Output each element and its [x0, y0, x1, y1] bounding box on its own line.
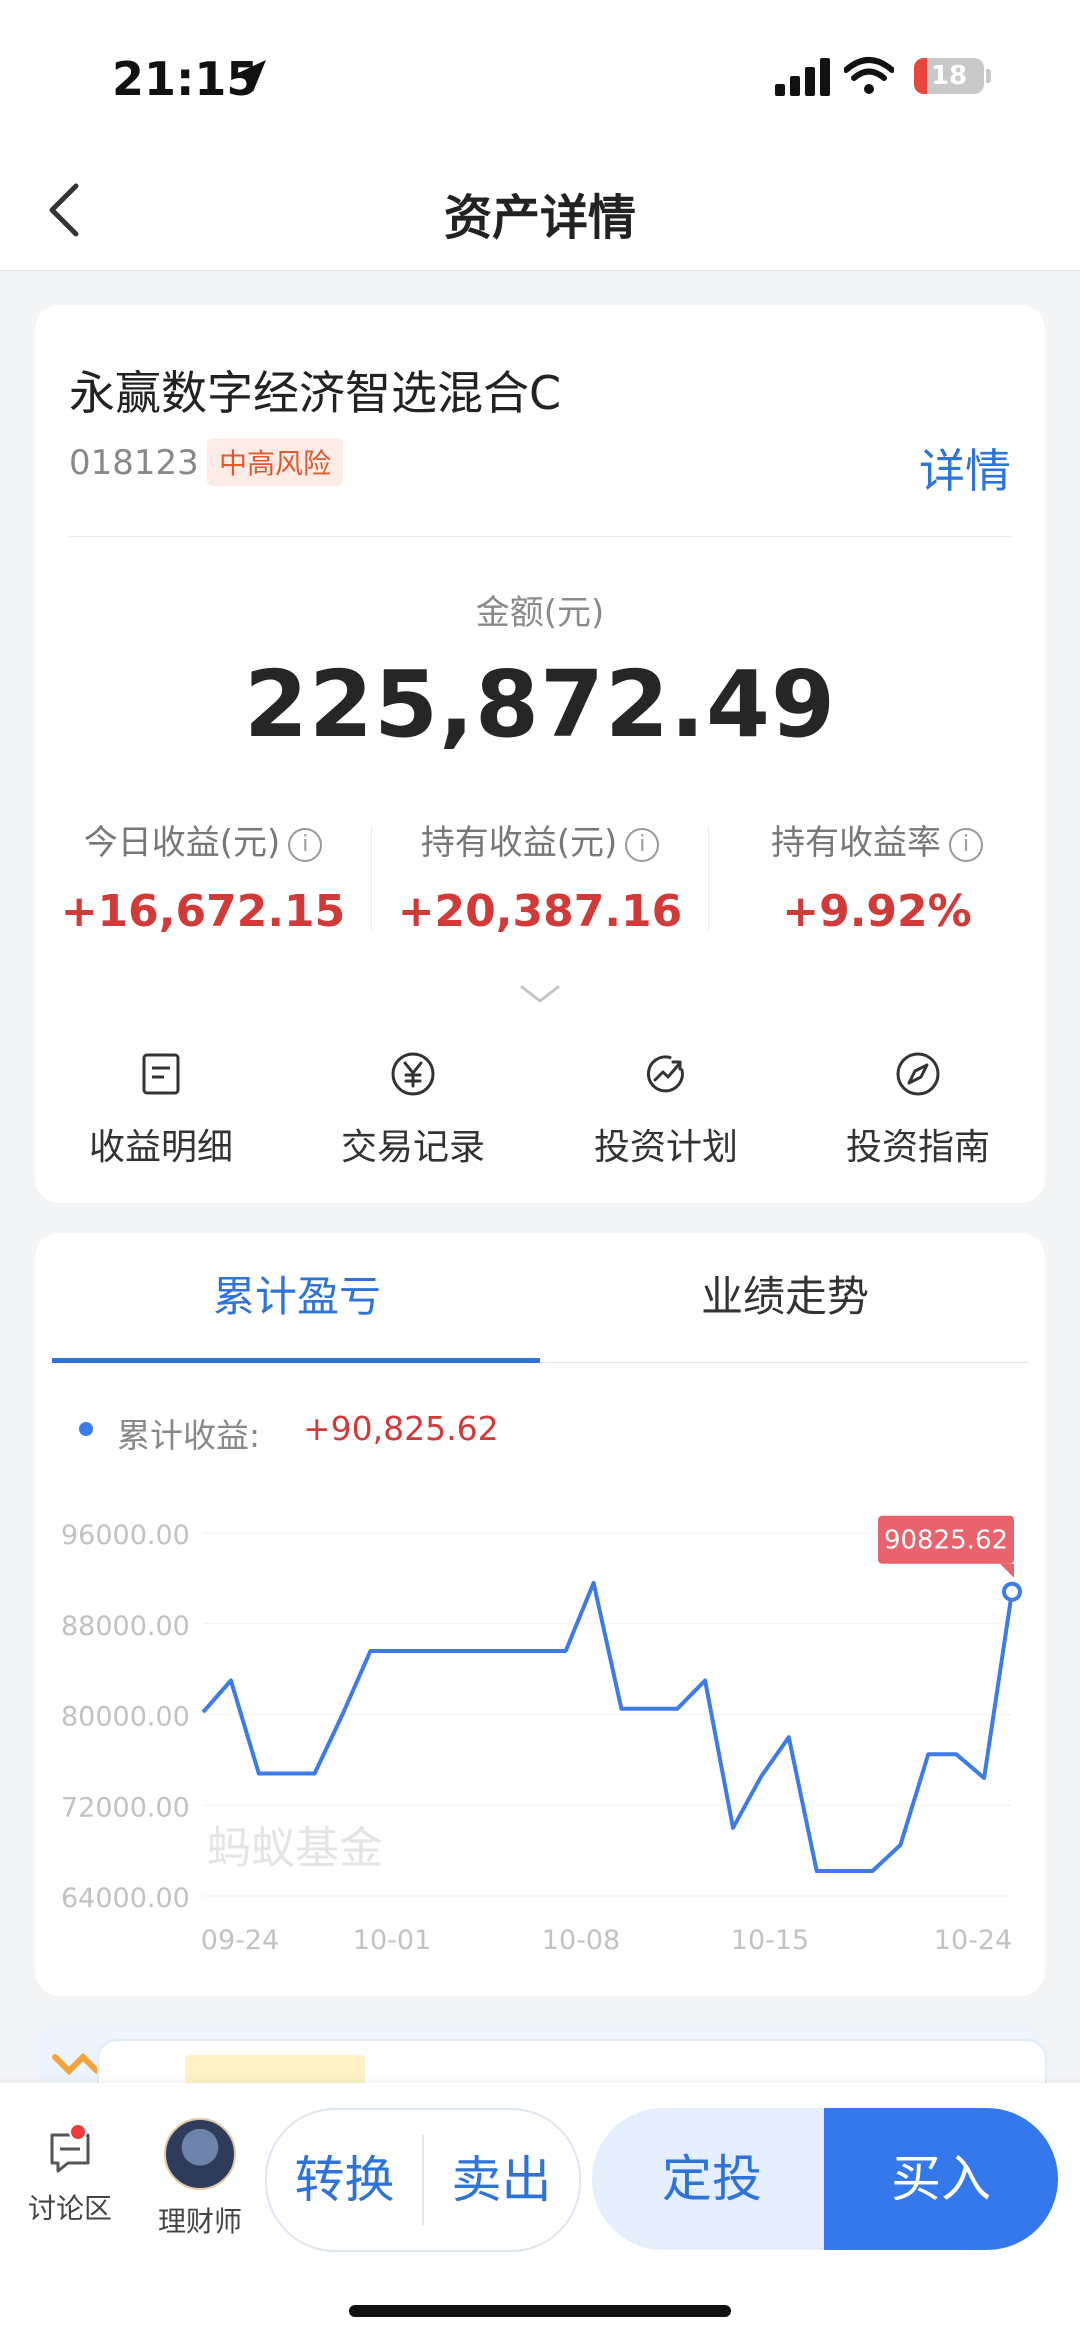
stat-label: 今日收益(元) — [83, 823, 281, 863]
compass-icon — [896, 1052, 940, 1096]
stat-today-profit: 今日收益(元) i +16,672.15 — [35, 815, 371, 937]
chart-watermark: 蚂蚁基金 — [207, 1823, 383, 1874]
x-tick-label: 10-08 — [542, 1925, 620, 1956]
action-transaction-record[interactable]: 交易记录 — [287, 1050, 539, 1170]
action-income-detail[interactable]: 收益明细 — [35, 1050, 287, 1170]
action-investment-plan[interactable]: 投资计划 — [540, 1050, 792, 1170]
y-tick-label: 80000.00 — [61, 1702, 190, 1733]
amount-value: 225,872.49 — [243, 651, 836, 758]
x-tick-label: 10-24 — [934, 1925, 1012, 1956]
buy-button[interactable]: 买入 — [824, 2108, 1058, 2250]
document-icon — [142, 1053, 180, 1095]
battery-level: 18 — [930, 61, 968, 91]
last-point-marker — [1002, 1581, 1022, 1602]
location-arrow-icon — [236, 60, 266, 92]
discussion-button[interactable]: 讨论区 — [24, 2123, 116, 2227]
home-indicator — [349, 2305, 731, 2317]
stat-holding-profit: 持有收益(元) i +20,387.16 — [372, 815, 708, 937]
stat-value: +16,672.15 — [60, 886, 346, 937]
advisor-button[interactable]: 理财师 — [150, 2118, 250, 2240]
fund-code: 018123 — [69, 443, 199, 483]
info-icon[interactable]: i — [625, 828, 660, 862]
convert-sell-group: 转换 卖出 — [265, 2108, 581, 2252]
stat-value: +20,387.16 — [397, 886, 683, 937]
x-tick-label: 10-15 — [731, 1925, 809, 1956]
battery-icon: 18 — [914, 58, 984, 94]
auto-invest-button[interactable]: 定投 — [592, 2108, 832, 2250]
stat-value: +9.92% — [782, 886, 972, 937]
advisor-label: 理财师 — [157, 2205, 242, 2238]
y-tick-label: 88000.00 — [61, 1611, 190, 1642]
y-tick-label: 96000.00 — [61, 1520, 190, 1551]
promo-card[interactable] — [35, 2025, 1047, 2093]
info-icon[interactable]: i — [949, 828, 983, 862]
notification-dot — [69, 2123, 87, 2141]
convert-button[interactable]: 转换 — [267, 2110, 422, 2250]
fund-detail-link[interactable]: 详情 — [919, 435, 1011, 501]
y-tick-label: 64000.00 — [61, 1883, 190, 1914]
amount-label: 金额(元) — [475, 593, 605, 633]
action-label: 收益明细 — [88, 1127, 233, 1168]
action-label: 投资指南 — [845, 1127, 990, 1168]
page-title: 资产详情 — [443, 190, 636, 246]
bottom-action-bar: 讨论区 理财师 转换 卖出 定投 买入 — [0, 2083, 1080, 2341]
divider — [69, 536, 1011, 537]
action-label: 交易记录 — [340, 1127, 485, 1168]
stat-label: 持有收益率 — [771, 823, 941, 863]
chart-card: 累计盈亏 业绩走势 累计收益: +90,825.62 96000.00 88000… — [35, 1233, 1045, 1996]
trend-icon — [646, 1055, 684, 1093]
status-bar: 21:15 18 — [0, 0, 1080, 150]
stat-holding-rate: 持有收益率 i +9.92% — [709, 815, 1045, 937]
risk-badge: 中高风险 — [207, 438, 344, 486]
nav-bar: 资产详情 — [0, 150, 1080, 271]
y-tick-label: 72000.00 — [61, 1792, 190, 1823]
tooltip-label: 90825.62 — [884, 1526, 1008, 1556]
action-investment-guide[interactable]: 投资指南 — [792, 1050, 1044, 1170]
cumulative-profit-chart[interactable]: 96000.00 88000.00 80000.00 72000.00 64000.00… — [35, 1233, 1045, 1996]
discussion-label: 讨论区 — [27, 2192, 112, 2225]
x-tick-label: 09-24 — [201, 1925, 279, 1956]
fund-name: 永赢数字经济智选混合C — [69, 366, 562, 420]
advisor-avatar — [164, 2118, 236, 2190]
info-icon[interactable]: i — [288, 828, 323, 862]
yen-icon — [391, 1052, 435, 1096]
cellular-signal-icon — [775, 58, 830, 96]
fund-summary-card: 永赢数字经济智选混合C 018123 中高风险 详情 金额(元) 225,872… — [35, 305, 1045, 1203]
action-label: 投资计划 — [593, 1127, 738, 1168]
chevron-down-icon[interactable] — [519, 983, 561, 1007]
x-tick-label: 10-01 — [353, 1925, 431, 1956]
stat-label: 持有收益(元) — [420, 823, 618, 863]
wifi-icon — [844, 57, 894, 94]
tooltip-pointer — [1000, 1563, 1014, 1578]
sell-button[interactable]: 卖出 — [424, 2110, 579, 2250]
